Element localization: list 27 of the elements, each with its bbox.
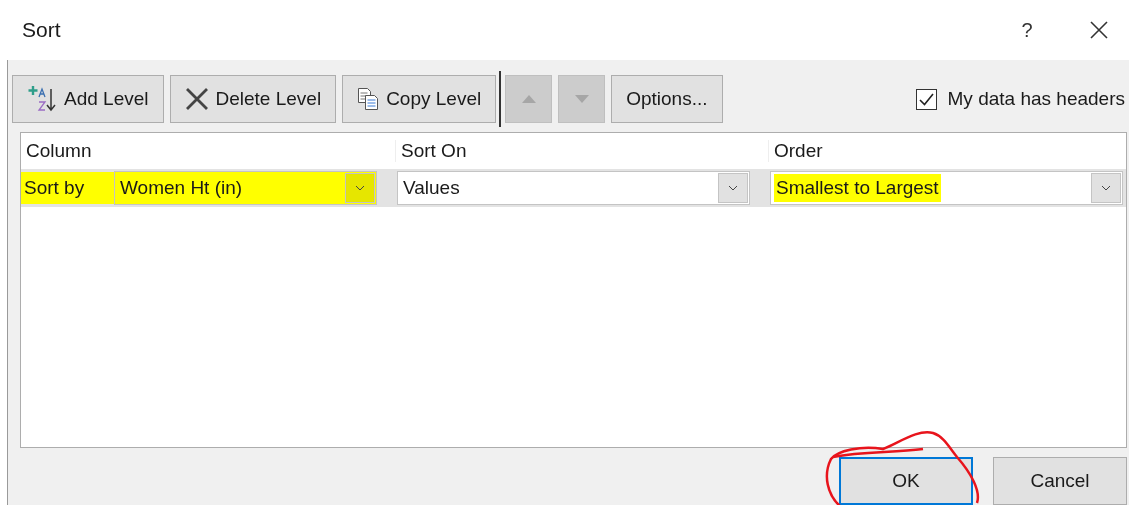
column-header: Sort On [395, 140, 768, 162]
up-arrow-icon [520, 94, 537, 104]
ok-button[interactable]: OK [839, 457, 973, 505]
down-arrow-icon [573, 94, 590, 104]
sort-on-dropdown[interactable]: Values [397, 171, 750, 205]
copy-level-button[interactable]: Copy Level [342, 75, 497, 123]
order-dropdown[interactable]: Smallest to Largest [770, 171, 1123, 205]
sort-level-row[interactable]: Sort by Women Ht (in) Values Smallest to Largest [21, 169, 1126, 207]
window-title: Sort [22, 18, 62, 42]
close-icon[interactable] [1089, 20, 1109, 40]
sort-az-icon [27, 85, 57, 113]
column-header: Column [25, 140, 93, 162]
column-header: Order [768, 140, 1126, 162]
headers-checkbox[interactable] [915, 88, 937, 110]
close-icon [184, 87, 209, 111]
options-button[interactable]: Options... [611, 75, 723, 123]
chevron-down-icon [1101, 185, 1111, 191]
chevron-down-icon [355, 185, 365, 191]
chevron-down-icon [728, 185, 738, 191]
column-dropdown[interactable]: Women Ht (in) [114, 171, 377, 205]
checkbox-label: My data has headers [947, 88, 1125, 110]
sort-by-label: Sort by [21, 172, 114, 204]
help-button[interactable]: ? [1007, 18, 1047, 42]
cancel-button[interactable]: Cancel [993, 457, 1127, 505]
add-level-button[interactable]: Add Level [12, 75, 164, 123]
copy-icon [357, 87, 380, 111]
delete-level-button[interactable]: Delete Level [169, 75, 337, 123]
